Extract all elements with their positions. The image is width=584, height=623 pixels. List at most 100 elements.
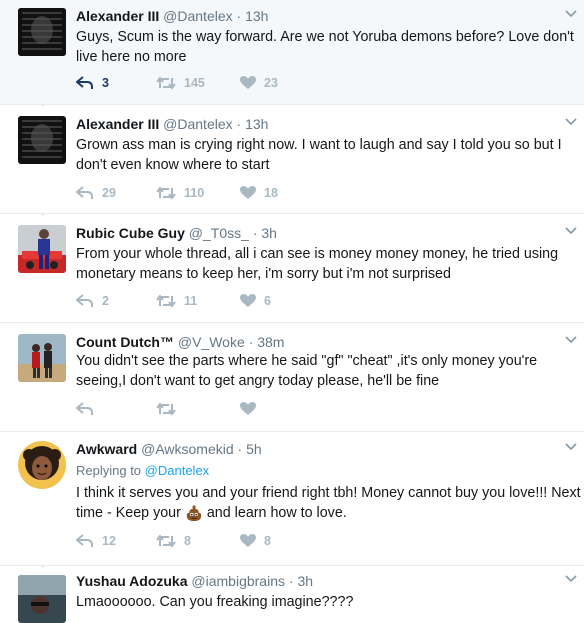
display-name[interactable]: Count Dutch™ xyxy=(76,334,174,350)
chevron-down-icon[interactable] xyxy=(564,439,578,453)
retweet-button[interactable] xyxy=(156,402,184,416)
avatar[interactable] xyxy=(18,225,66,273)
display-name[interactable]: Rubic Cube Guy xyxy=(76,225,185,241)
display-name[interactable]: Alexander III xyxy=(76,8,159,24)
heart-icon xyxy=(240,294,256,307)
reply-button[interactable] xyxy=(76,402,102,416)
tweet-text: You didn't see the parts where he said "… xyxy=(76,353,538,389)
like-count: 6 xyxy=(264,294,271,308)
retweet-count: 11 xyxy=(184,294,198,308)
separator: · xyxy=(248,334,254,350)
retweet-button[interactable]: 145 xyxy=(156,76,205,90)
like-button[interactable]: 23 xyxy=(240,76,278,90)
retweet-count: 145 xyxy=(184,76,205,90)
tweet-actions: 29 110 18 xyxy=(76,186,376,206)
tweet-text: Grown ass man is crying right now. I wan… xyxy=(76,137,562,173)
retweet-icon xyxy=(156,534,176,548)
tweet[interactable]: Yushau Adozuka @iambigbrains · 3h Lmaooo… xyxy=(0,567,584,623)
separator: · xyxy=(236,8,242,24)
display-name[interactable]: Awkward xyxy=(76,441,137,457)
avatar[interactable] xyxy=(18,575,66,623)
tweet-text: Lmaoooooo. Can you freaking imagine???? xyxy=(76,594,354,610)
timestamp[interactable]: 13h xyxy=(245,8,268,24)
reply-count: 12 xyxy=(102,534,116,548)
timestamp[interactable]: 3h xyxy=(261,225,277,241)
retweet-icon xyxy=(156,76,176,90)
retweet-button[interactable]: 8 xyxy=(156,534,191,548)
tweet-actions: 12 8 8 xyxy=(76,534,376,554)
replying-label: Replying to xyxy=(76,463,142,478)
heart-icon xyxy=(240,186,256,199)
tweet-header: Alexander III @Dantelex · 13h xyxy=(76,116,268,132)
tweet-actions: 2 11 6 xyxy=(76,294,376,314)
tweet[interactable]: Awkward @Awksomekid · 5h Replying to @Da… xyxy=(0,433,584,566)
avatar[interactable] xyxy=(18,441,66,489)
retweet-count: 8 xyxy=(184,534,191,548)
avatar[interactable] xyxy=(18,116,66,164)
like-button[interactable] xyxy=(240,402,264,416)
chevron-down-icon[interactable] xyxy=(564,571,578,585)
chevron-down-icon[interactable] xyxy=(564,6,578,20)
tweet-actions: 3 145 23 xyxy=(76,76,376,96)
tweet-header: Yushau Adozuka @iambigbrains · 3h xyxy=(76,573,313,589)
retweet-count: 110 xyxy=(184,186,205,200)
username[interactable]: @Dantelex xyxy=(163,8,232,24)
tweet[interactable]: Rubic Cube Guy @_T0ss_ · 3h From your wh… xyxy=(0,215,584,323)
like-button[interactable]: 18 xyxy=(240,186,278,200)
like-count: 8 xyxy=(264,534,271,548)
retweet-icon xyxy=(156,402,176,416)
timestamp[interactable]: 13h xyxy=(245,116,268,132)
replying-to-link[interactable]: @Dantelex xyxy=(145,463,210,478)
separator: · xyxy=(288,573,294,589)
tweet-actions xyxy=(76,402,376,422)
username[interactable]: @_T0ss_ xyxy=(189,225,249,241)
reply-button[interactable]: 2 xyxy=(76,294,109,308)
timestamp[interactable]: 5h xyxy=(246,441,262,457)
avatar[interactable] xyxy=(18,334,66,382)
reply-button[interactable]: 3 xyxy=(76,76,109,90)
chevron-down-icon[interactable] xyxy=(564,114,578,128)
reply-icon xyxy=(76,76,93,89)
like-count: 23 xyxy=(264,76,278,90)
tweet-header: Count Dutch™ @V_Woke · 38m xyxy=(76,334,284,350)
separator: · xyxy=(252,225,258,241)
tweet-text: Guys, Scum is the way forward. Are we no… xyxy=(76,29,574,65)
reply-icon xyxy=(76,534,93,547)
like-button[interactable]: 8 xyxy=(240,534,271,548)
retweet-icon xyxy=(156,294,176,308)
retweet-button[interactable]: 11 xyxy=(156,294,197,308)
avatar[interactable] xyxy=(18,8,66,56)
tweet-header: Awkward @Awksomekid · 5h xyxy=(76,441,262,457)
username[interactable]: @Awksomekid xyxy=(141,441,234,457)
replying-to: Replying to @Dantelex xyxy=(76,463,209,478)
timestamp[interactable]: 3h xyxy=(297,573,313,589)
tweet[interactable]: Count Dutch™ @V_Woke · 38m You didn't se… xyxy=(0,324,584,432)
heart-icon xyxy=(240,76,256,89)
tweet-header: Alexander III @Dantelex · 13h xyxy=(76,8,268,24)
tweet[interactable]: Alexander III @Dantelex · 13h Guys, Scum… xyxy=(0,0,584,105)
display-name[interactable]: Yushau Adozuka xyxy=(76,573,188,589)
username[interactable]: @iambigbrains xyxy=(191,573,285,589)
retweet-icon xyxy=(156,186,176,200)
reply-button[interactable]: 29 xyxy=(76,186,116,200)
chevron-down-icon[interactable] xyxy=(564,332,578,346)
username[interactable]: @V_Woke xyxy=(178,334,245,350)
heart-icon xyxy=(240,402,256,415)
like-button[interactable]: 6 xyxy=(240,294,271,308)
reply-icon xyxy=(76,294,93,307)
display-name[interactable]: Alexander III xyxy=(76,116,159,132)
timestamp[interactable]: 38m xyxy=(257,334,284,350)
retweet-button[interactable]: 110 xyxy=(156,186,204,200)
like-count: 18 xyxy=(264,186,278,200)
pile-of-poo-emoji-icon xyxy=(186,505,202,522)
tweet[interactable]: Alexander III @Dantelex · 13h Grown ass … xyxy=(0,106,584,214)
chevron-down-icon[interactable] xyxy=(564,223,578,237)
reply-icon xyxy=(76,186,93,199)
reply-count: 2 xyxy=(102,294,109,308)
reply-button[interactable]: 12 xyxy=(76,534,116,548)
tweet-text: I think it serves you and your friend ri… xyxy=(76,483,581,523)
username[interactable]: @Dantelex xyxy=(163,116,232,132)
tweet-text-part: and learn how to love. xyxy=(206,505,347,521)
tweet-text: From your whole thread, all i can see is… xyxy=(76,246,559,282)
tweet-header: Rubic Cube Guy @_T0ss_ · 3h xyxy=(76,225,277,241)
